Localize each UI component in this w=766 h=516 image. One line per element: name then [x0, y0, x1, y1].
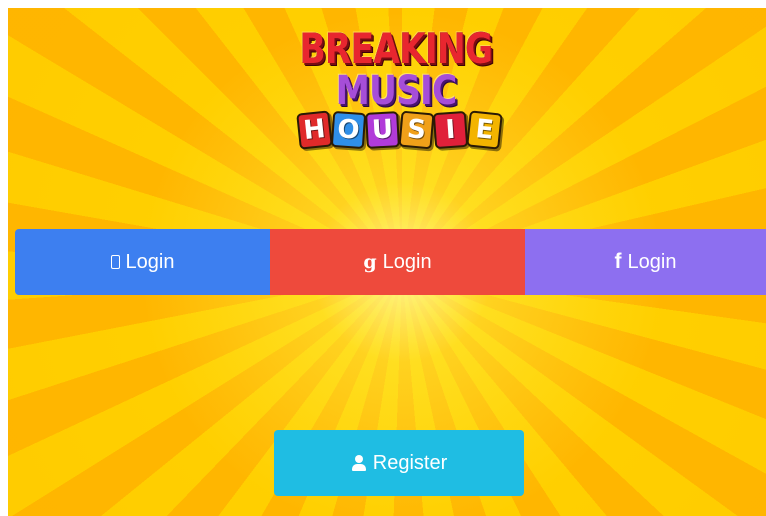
- google-login-label: Login: [382, 250, 432, 273]
- breaking-music-housie-logo: BREAKING MUSIC H O U S I E: [276, 20, 516, 160]
- mobile-login-button[interactable]: Login: [15, 229, 270, 295]
- mobile-login-label: Login: [125, 250, 175, 273]
- logo-text-music: MUSIC: [335, 68, 458, 114]
- mobile-phone-icon: [110, 255, 120, 269]
- google-login-button[interactable]: g Login: [270, 229, 525, 295]
- facebook-login-button[interactable]: f Login: [525, 229, 766, 295]
- logo-housie-tiles: H O U S I E: [296, 110, 503, 150]
- google-icon: g: [363, 251, 377, 273]
- logo-tile: O: [330, 110, 367, 150]
- login-options-bar: Login g Login f Login: [15, 229, 766, 295]
- register-label: Register: [372, 451, 448, 474]
- user-icon: [351, 455, 367, 471]
- register-button[interactable]: Register: [274, 430, 524, 496]
- facebook-icon: f: [614, 250, 622, 273]
- logo-text-breaking: BREAKING: [299, 24, 493, 73]
- logo-tile: S: [398, 110, 435, 150]
- logo-tile: I: [432, 110, 469, 150]
- logo-tile: E: [466, 110, 503, 150]
- logo-tile: H: [296, 110, 333, 150]
- facebook-login-label: Login: [627, 250, 677, 273]
- logo-tile: U: [365, 111, 400, 149]
